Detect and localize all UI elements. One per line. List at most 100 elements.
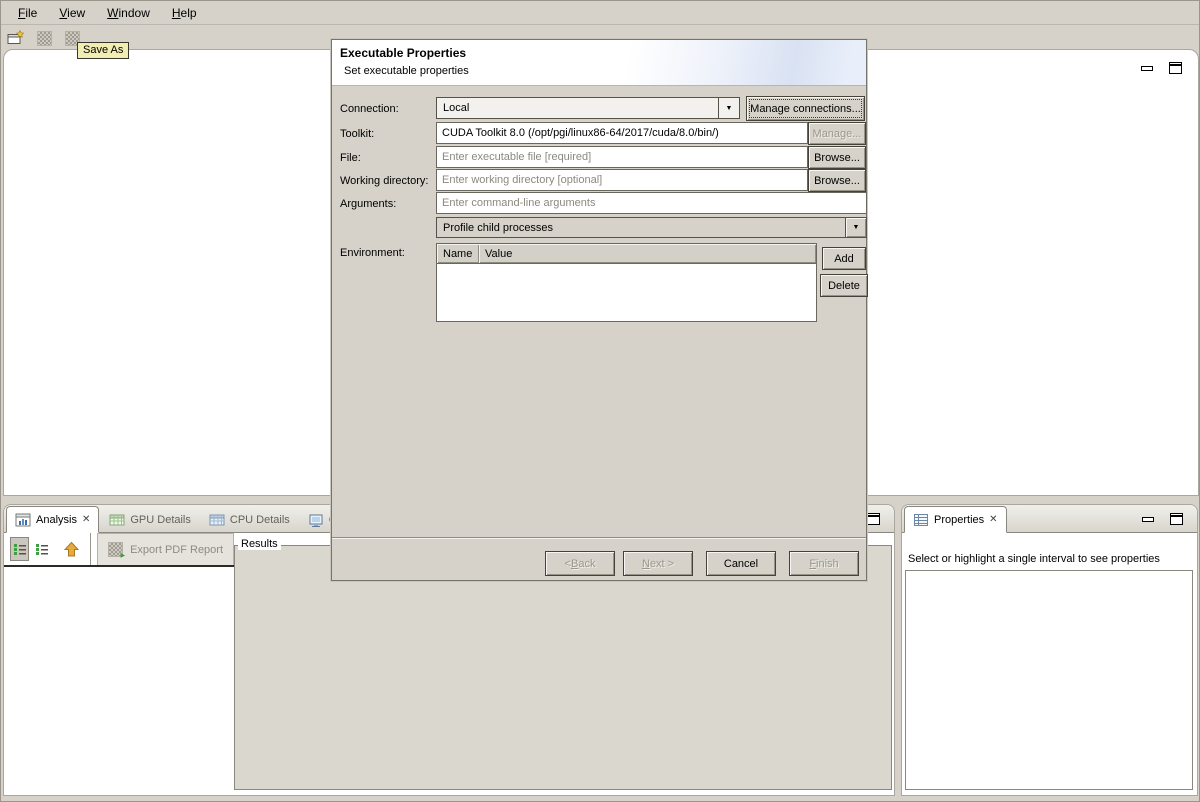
finish-button: Finish — [789, 551, 859, 576]
add-environment-button[interactable]: Add — [822, 247, 866, 270]
minimize-icon[interactable] — [1141, 66, 1153, 71]
toolkit-label: Toolkit: — [340, 128, 374, 140]
cpu-details-icon — [209, 512, 225, 528]
back-button: < Back — [545, 551, 615, 576]
menu-bar: File View Window Help — [1, 1, 1199, 25]
tab-cpu-details[interactable]: CPU Details — [201, 507, 298, 532]
export-pdf-icon — [108, 542, 123, 557]
application-window: File View Window Help Save As — [0, 0, 1200, 802]
analysis-toolbar: Export PDF Report — [4, 533, 234, 567]
dialog-subtitle: Set executable properties — [344, 65, 469, 77]
maximize-icon[interactable] — [1169, 62, 1182, 74]
menu-view[interactable]: View — [50, 3, 94, 23]
export-pdf-label: Export PDF Report — [130, 544, 223, 556]
environment-label: Environment: — [340, 247, 405, 259]
tab-analysis-label: Analysis — [36, 514, 77, 526]
connection-label: Connection: — [340, 103, 399, 115]
new-session-button[interactable] — [6, 29, 26, 47]
dialog-title: Executable Properties — [340, 46, 466, 60]
unguided-list-icon — [34, 541, 50, 557]
working-directory-input[interactable] — [436, 169, 808, 191]
tab-gpu-details-label: GPU Details — [130, 514, 191, 526]
new-session-icon — [7, 30, 25, 46]
menu-window-mnemonic: W — [107, 6, 118, 20]
results-group-label: Results — [238, 538, 281, 550]
gpu-details-icon — [109, 512, 125, 528]
properties-panel-content: Select or highlight a single interval to… — [902, 533, 1197, 795]
profile-mode-select[interactable]: Profile child processes ▼ — [436, 217, 867, 238]
menu-help-label: elp — [181, 6, 197, 20]
toolkit-input[interactable] — [436, 122, 808, 144]
dialog-banner: Executable Properties Set executable pro… — [332, 40, 866, 86]
save-button — [34, 29, 54, 47]
file-input[interactable] — [436, 146, 808, 168]
unguided-analysis-button[interactable] — [33, 537, 52, 561]
back-button-mnemonic: B — [571, 558, 578, 570]
properties-panel-window-buttons — [1142, 513, 1183, 525]
dialog-separator — [332, 537, 866, 539]
properties-panel-tabbar: Properties ✕ — [902, 505, 1197, 533]
menu-view-label: iew — [67, 6, 85, 20]
tab-cpu-details-label: CPU Details — [230, 514, 290, 526]
up-arrow-icon — [63, 541, 80, 558]
chevron-down-icon[interactable]: ▼ — [845, 218, 866, 237]
executable-properties-dialog: Executable Properties Set executable pro… — [331, 39, 867, 581]
properties-empty-box — [905, 570, 1193, 790]
menu-file[interactable]: File — [9, 3, 46, 23]
maximize-icon[interactable] — [867, 513, 880, 525]
environment-table-header: Name Value — [437, 244, 816, 264]
cancel-button[interactable]: Cancel — [706, 551, 776, 576]
arguments-input[interactable] — [436, 192, 867, 214]
analysis-icon — [15, 512, 31, 528]
export-pdf-report-button[interactable]: Export PDF Report — [97, 533, 234, 565]
menu-view-mnemonic: V — [59, 6, 67, 20]
browse-working-directory-button[interactable]: Browse... — [808, 169, 866, 192]
file-label: File: — [340, 152, 361, 164]
column-header-name[interactable]: Name — [437, 244, 479, 263]
save-icon — [37, 31, 52, 46]
tab-analysis[interactable]: Analysis ✕ — [6, 506, 99, 533]
finish-button-label: inish — [816, 558, 839, 570]
next-button: Next > — [623, 551, 693, 576]
menu-help-mnemonic: H — [172, 6, 181, 20]
results-group: Results — [234, 545, 892, 790]
column-header-value[interactable]: Value — [479, 244, 816, 263]
menu-window[interactable]: Window — [98, 3, 159, 23]
tab-properties[interactable]: Properties ✕ — [904, 506, 1007, 533]
guided-analysis-button[interactable] — [10, 537, 29, 561]
console-icon — [308, 512, 324, 528]
next-button-label: ext > — [650, 558, 674, 570]
tab-gpu-details[interactable]: GPU Details — [101, 507, 199, 532]
back-button-label: ack — [578, 558, 595, 570]
profile-mode-value: Profile child processes — [437, 222, 845, 234]
properties-icon — [913, 512, 929, 528]
connection-value: Local — [437, 102, 718, 114]
next-button-mnemonic: N — [642, 558, 650, 570]
editor-window-buttons — [1141, 62, 1182, 74]
back-up-button[interactable] — [62, 537, 81, 561]
manage-toolkit-button: Manage... — [808, 122, 866, 145]
tab-properties-label: Properties — [934, 514, 984, 526]
close-icon[interactable]: ✕ — [989, 514, 997, 525]
delete-environment-button[interactable]: Delete — [820, 274, 868, 297]
menu-file-label: ile — [25, 6, 37, 20]
environment-table[interactable]: Name Value — [436, 243, 817, 322]
menu-window-label: indow — [119, 6, 150, 20]
menu-help[interactable]: Help — [163, 3, 206, 23]
finish-button-mnemonic: F — [809, 558, 816, 570]
analysis-steps-area: Export PDF Report — [4, 533, 234, 795]
guided-list-icon — [12, 541, 28, 557]
properties-panel: Properties ✕ Select or highlight a singl… — [901, 504, 1198, 796]
minimize-icon[interactable] — [1142, 517, 1154, 522]
save-as-tooltip: Save As — [77, 42, 129, 59]
analysis-panel-window-buttons — [867, 513, 880, 525]
connection-select[interactable]: Local ▼ — [436, 97, 740, 119]
toolbar-separator — [90, 533, 91, 565]
manage-connections-button[interactable]: Manage connections... — [746, 96, 865, 121]
working-directory-label: Working directory: — [340, 175, 428, 187]
arguments-label: Arguments: — [340, 198, 396, 210]
close-icon[interactable]: ✕ — [82, 514, 90, 525]
browse-file-button[interactable]: Browse... — [808, 146, 866, 169]
maximize-icon[interactable] — [1170, 513, 1183, 525]
chevron-down-icon[interactable]: ▼ — [718, 98, 739, 118]
